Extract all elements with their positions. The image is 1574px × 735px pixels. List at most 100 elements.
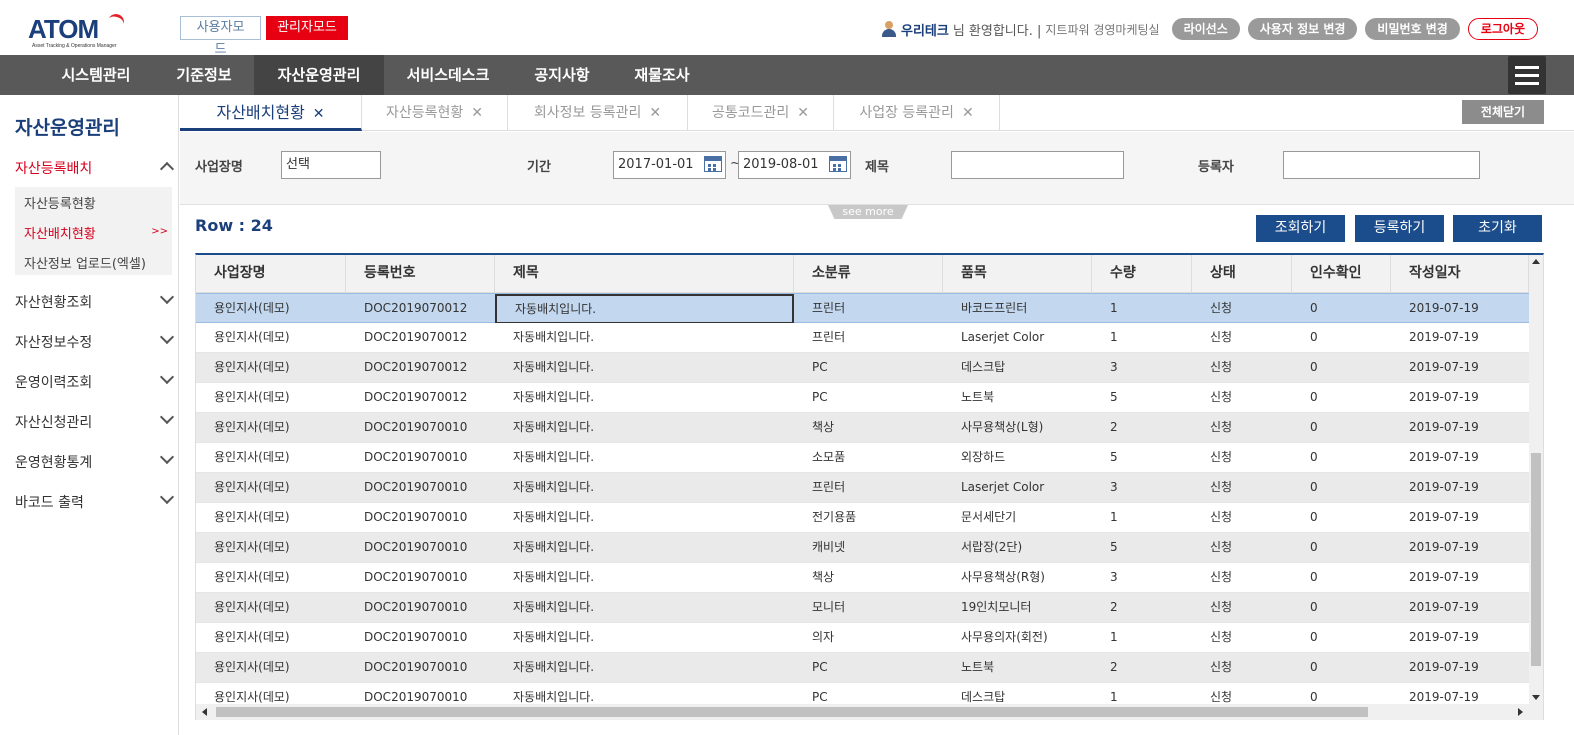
cell-item[interactable]: Laserjet Color xyxy=(943,323,1092,353)
close-icon[interactable]: ✕ xyxy=(962,105,974,121)
user-info-change-button[interactable]: 사용자 정보 변경 xyxy=(1247,18,1358,40)
cell-site[interactable]: 용인지사(데모) xyxy=(196,533,346,563)
cell-item[interactable]: 사무용책상(L형) xyxy=(943,413,1092,443)
cell-acceptance[interactable]: 0 xyxy=(1292,383,1391,413)
cell-status[interactable]: 신청 xyxy=(1192,593,1292,623)
cell-created-date[interactable]: 2019-07-19 xyxy=(1391,623,1529,653)
cell-site[interactable]: 용인지사(데모) xyxy=(196,294,346,324)
cell-site[interactable]: 용인지사(데모) xyxy=(196,503,346,533)
cell-qty[interactable]: 3 xyxy=(1092,473,1192,503)
sidebar-item-ops-stats[interactable]: 운영현황통계 xyxy=(15,449,175,472)
cell-acceptance[interactable]: 0 xyxy=(1292,294,1391,324)
close-icon[interactable]: ✕ xyxy=(471,105,483,121)
atom-logo[interactable]: ATOM Asset Tracking & Operations Manager xyxy=(28,11,127,52)
cell-reg-no[interactable]: DOC2019070010 xyxy=(346,503,495,533)
column-header-subcategory[interactable]: 소분류 xyxy=(794,255,943,293)
cell-created-date[interactable]: 2019-07-19 xyxy=(1391,533,1529,563)
close-icon[interactable]: ✕ xyxy=(649,105,661,121)
cell-title[interactable]: 자동배치입니다. xyxy=(495,443,794,473)
tab-company-info[interactable]: 회사정보 등록관리 ✕ xyxy=(508,95,688,131)
cell-title[interactable]: 자동배치입니다. xyxy=(495,503,794,533)
cell-status[interactable]: 신청 xyxy=(1192,323,1292,353)
cell-acceptance[interactable]: 0 xyxy=(1292,323,1391,353)
submenu-asset-placement-status[interactable]: 자산배치현황 xyxy=(24,223,96,242)
cell-title[interactable]: 자동배치입니다. xyxy=(495,593,794,623)
horizontal-scrollbar[interactable] xyxy=(196,704,1543,720)
cell-qty[interactable]: 2 xyxy=(1092,413,1192,443)
vertical-scrollbar[interactable] xyxy=(1529,255,1543,704)
cell-subcategory[interactable]: 의자 xyxy=(794,623,943,653)
cell-item[interactable]: 노트북 xyxy=(943,653,1092,683)
nav-asset-ops[interactable]: 자산운영관리 xyxy=(254,55,384,95)
table-row[interactable]: 용인지사(데모) DOC2019070010 자동배치입니다. 책상 사무용책상(L형)… xyxy=(196,413,1529,443)
nav-notice[interactable]: 공지사항 xyxy=(512,55,612,95)
cell-created-date[interactable]: 2019-07-19 xyxy=(1391,383,1529,413)
cell-status[interactable]: 신청 xyxy=(1192,443,1292,473)
cell-acceptance[interactable]: 0 xyxy=(1292,533,1391,563)
cell-acceptance[interactable]: 0 xyxy=(1292,563,1391,593)
cell-title[interactable]: 자동배치입니다. xyxy=(495,383,794,413)
cell-site[interactable]: 용인지사(데모) xyxy=(196,413,346,443)
cell-created-date[interactable]: 2019-07-19 xyxy=(1391,503,1529,533)
cell-site[interactable]: 용인지사(데모) xyxy=(196,653,346,683)
cell-subcategory[interactable]: PC xyxy=(794,353,943,383)
cell-item[interactable]: 바코드프린터 xyxy=(943,294,1092,324)
cell-status[interactable]: 신청 xyxy=(1192,353,1292,383)
cell-status[interactable]: 신청 xyxy=(1192,413,1292,443)
cell-status[interactable]: 신청 xyxy=(1192,294,1292,324)
table-row[interactable]: 용인지사(데모) DOC2019070010 자동배치입니다. PC 노트북 2 신청 0 20… xyxy=(196,653,1529,683)
password-change-button[interactable]: 비밀번호 변경 xyxy=(1365,18,1460,40)
search-button[interactable]: 조회하기 xyxy=(1256,215,1345,242)
cell-item[interactable]: 문서세단기 xyxy=(943,503,1092,533)
cell-reg-no[interactable]: DOC2019070012 xyxy=(346,353,495,383)
sidebar-item-asset-status[interactable]: 자산현황조회 xyxy=(15,289,175,312)
submenu-asset-upload-excel[interactable]: 자산정보 업로드(엑셀) xyxy=(24,253,146,272)
cell-reg-no[interactable]: DOC2019070010 xyxy=(346,653,495,683)
cell-qty[interactable]: 2 xyxy=(1092,593,1192,623)
license-button[interactable]: 라이선스 xyxy=(1171,18,1240,40)
cell-item[interactable]: 19인치모니터 xyxy=(943,593,1092,623)
table-row[interactable]: 용인지사(데모) DOC2019070010 자동배치입니다. 책상 사무용책상(R형)… xyxy=(196,563,1529,593)
cell-acceptance[interactable]: 0 xyxy=(1292,593,1391,623)
site-select[interactable]: 선택 xyxy=(281,151,381,179)
tab-site-registration[interactable]: 사업장 등록관리 ✕ xyxy=(834,95,1000,131)
close-all-tabs-button[interactable]: 전체닫기 xyxy=(1462,100,1544,124)
cell-acceptance[interactable]: 0 xyxy=(1292,503,1391,533)
cell-subcategory[interactable]: 프린터 xyxy=(794,473,943,503)
scroll-down-icon[interactable] xyxy=(1532,695,1540,700)
scroll-left-icon[interactable] xyxy=(202,708,207,716)
tab-asset-registration[interactable]: 자산등록현황 ✕ xyxy=(362,95,508,131)
close-icon[interactable]: ✕ xyxy=(797,105,809,121)
cell-qty[interactable]: 1 xyxy=(1092,294,1192,324)
cell-acceptance[interactable]: 0 xyxy=(1292,443,1391,473)
cell-subcategory[interactable]: 프린터 xyxy=(794,323,943,353)
cell-reg-no[interactable]: DOC2019070012 xyxy=(346,323,495,353)
cell-status[interactable]: 신청 xyxy=(1192,383,1292,413)
submenu-asset-reg-status[interactable]: 자산등록현황 xyxy=(24,193,96,212)
table-row[interactable]: 용인지사(데모) DOC2019070012 자동배치입니다. 프린터 Laserjet… xyxy=(196,323,1529,353)
sidebar-item-barcode-print[interactable]: 바코드 출력 xyxy=(15,489,175,512)
registrant-input[interactable] xyxy=(1283,151,1480,179)
cell-subcategory[interactable]: 책상 xyxy=(794,413,943,443)
table-row[interactable]: 용인지사(데모) DOC2019070010 자동배치입니다. 전기용품 문서세단기 1 신… xyxy=(196,503,1529,533)
hamburger-menu-icon[interactable] xyxy=(1508,56,1546,94)
cell-site[interactable]: 용인지사(데모) xyxy=(196,563,346,593)
date-to-field[interactable]: 2019-08-01 xyxy=(738,151,851,179)
cell-created-date[interactable]: 2019-07-19 xyxy=(1391,353,1529,383)
calendar-icon[interactable] xyxy=(704,156,722,172)
cell-item[interactable]: 데스크탑 xyxy=(943,353,1092,383)
sidebar-item-asset-request[interactable]: 자산신청관리 xyxy=(15,409,175,432)
date-from-field[interactable]: 2017-01-01 xyxy=(613,151,726,179)
table-row[interactable]: 용인지사(데모) DOC2019070010 자동배치입니다. 의자 사무용의자(회전)… xyxy=(196,623,1529,653)
admin-mode-button[interactable]: 관리자모드 xyxy=(266,16,348,40)
cell-created-date[interactable]: 2019-07-19 xyxy=(1391,413,1529,443)
cell-title[interactable]: 자동배치입니다. xyxy=(495,563,794,593)
nav-system[interactable]: 시스템관리 xyxy=(38,55,154,95)
cell-created-date[interactable]: 2019-07-19 xyxy=(1391,294,1529,324)
reset-button[interactable]: 초기화 xyxy=(1453,215,1542,242)
cell-qty[interactable]: 1 xyxy=(1092,323,1192,353)
tab-asset-placement[interactable]: 자산배치현황 ✕ xyxy=(180,95,362,131)
column-header-item[interactable]: 품목 xyxy=(943,255,1092,293)
cell-title[interactable]: 자동배치입니다. xyxy=(495,323,794,353)
cell-site[interactable]: 용인지사(데모) xyxy=(196,383,346,413)
